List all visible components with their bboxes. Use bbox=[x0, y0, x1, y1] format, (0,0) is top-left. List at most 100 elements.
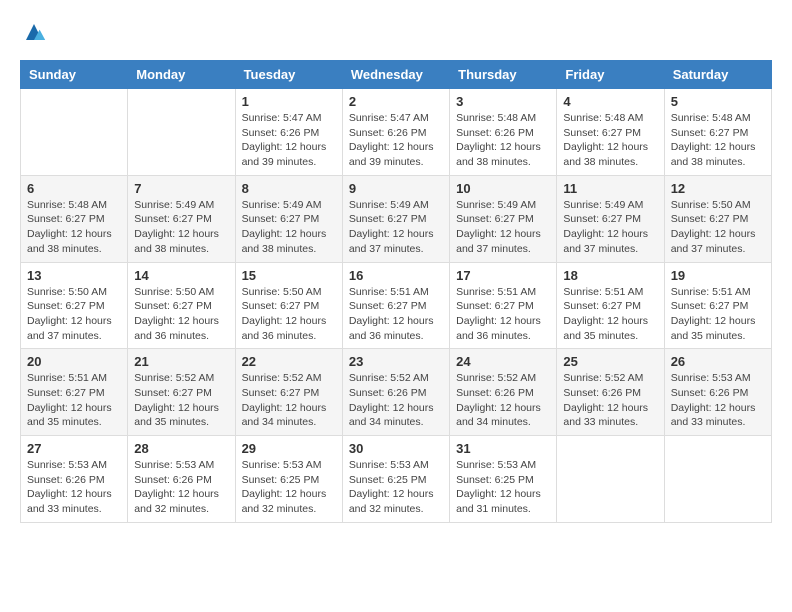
day-number: 1 bbox=[242, 94, 336, 109]
day-number: 24 bbox=[456, 354, 550, 369]
day-number: 17 bbox=[456, 268, 550, 283]
day-info: Sunrise: 5:48 AM Sunset: 6:27 PM Dayligh… bbox=[563, 111, 657, 170]
calendar-table: SundayMondayTuesdayWednesdayThursdayFrid… bbox=[20, 60, 772, 523]
day-number: 18 bbox=[563, 268, 657, 283]
calendar-cell: 14Sunrise: 5:50 AM Sunset: 6:27 PM Dayli… bbox=[128, 262, 235, 349]
logo bbox=[20, 20, 46, 44]
day-info: Sunrise: 5:49 AM Sunset: 6:27 PM Dayligh… bbox=[242, 198, 336, 257]
day-number: 11 bbox=[563, 181, 657, 196]
calendar-cell: 26 Sunrise: 5:53 AM Sunset: 6:26 PM Dayli… bbox=[664, 349, 771, 436]
day-number: 2 bbox=[349, 94, 443, 109]
calendar-cell: 27 Sunrise: 5:53 AM Sunset: 6:26 PM Dayli… bbox=[21, 436, 128, 523]
calendar-cell: 2 Sunrise: 5:47 AM Sunset: 6:26 PM Daylig… bbox=[342, 89, 449, 176]
calendar-day-header: Monday bbox=[128, 61, 235, 89]
day-info: Sunrise: 5:49 AM Sunset: 6:27 PM Dayligh… bbox=[134, 198, 228, 257]
day-number: 10 bbox=[456, 181, 550, 196]
day-number: 12 bbox=[671, 181, 765, 196]
day-number: 5 bbox=[671, 94, 765, 109]
calendar-cell bbox=[21, 89, 128, 176]
page-header bbox=[20, 20, 772, 44]
day-number: 25 bbox=[563, 354, 657, 369]
day-info: Sunrise: 5:52 AM Sunset: 6:27 PM Dayligh… bbox=[134, 371, 228, 430]
calendar-week-row: 1 Sunrise: 5:47 AM Sunset: 6:26 PM Daylig… bbox=[21, 89, 772, 176]
day-info: Sunrise: 5:47 AM Sunset: 6:26 PM Dayligh… bbox=[349, 111, 443, 170]
calendar-cell: 22Sunrise: 5:52 AM Sunset: 6:27 PM Dayli… bbox=[235, 349, 342, 436]
day-info: Sunrise: 5:47 AM Sunset: 6:26 PM Dayligh… bbox=[242, 111, 336, 170]
calendar-cell: 9 Sunrise: 5:49 AM Sunset: 6:27 PM Daylig… bbox=[342, 175, 449, 262]
calendar-cell: 31 Sunrise: 5:53 AM Sunset: 6:25 PM Dayli… bbox=[450, 436, 557, 523]
day-info: Sunrise: 5:53 AM Sunset: 6:25 PM Dayligh… bbox=[242, 458, 336, 517]
calendar-day-header: Thursday bbox=[450, 61, 557, 89]
day-info: Sunrise: 5:51 AM Sunset: 6:27 PM Dayligh… bbox=[349, 285, 443, 344]
day-number: 9 bbox=[349, 181, 443, 196]
day-info: Sunrise: 5:53 AM Sunset: 6:25 PM Dayligh… bbox=[456, 458, 550, 517]
day-number: 31 bbox=[456, 441, 550, 456]
calendar-week-row: 6 Sunrise: 5:48 AM Sunset: 6:27 PM Daylig… bbox=[21, 175, 772, 262]
day-info: Sunrise: 5:53 AM Sunset: 6:25 PM Dayligh… bbox=[349, 458, 443, 517]
calendar-cell: 20 Sunrise: 5:51 AM Sunset: 6:27 PM Dayli… bbox=[21, 349, 128, 436]
day-number: 16 bbox=[349, 268, 443, 283]
calendar-cell: 10Sunrise: 5:49 AM Sunset: 6:27 PM Dayli… bbox=[450, 175, 557, 262]
day-info: Sunrise: 5:50 AM Sunset: 6:27 PM Dayligh… bbox=[242, 285, 336, 344]
calendar-day-header: Saturday bbox=[664, 61, 771, 89]
day-number: 7 bbox=[134, 181, 228, 196]
calendar-cell: 30 Sunrise: 5:53 AM Sunset: 6:25 PM Dayli… bbox=[342, 436, 449, 523]
calendar-cell: 1 Sunrise: 5:47 AM Sunset: 6:26 PM Daylig… bbox=[235, 89, 342, 176]
day-number: 15 bbox=[242, 268, 336, 283]
day-number: 4 bbox=[563, 94, 657, 109]
day-number: 30 bbox=[349, 441, 443, 456]
calendar-day-header: Friday bbox=[557, 61, 664, 89]
day-number: 28 bbox=[134, 441, 228, 456]
calendar-day-header: Tuesday bbox=[235, 61, 342, 89]
calendar-cell: 6 Sunrise: 5:48 AM Sunset: 6:27 PM Daylig… bbox=[21, 175, 128, 262]
calendar-cell: 28 Sunrise: 5:53 AM Sunset: 6:26 PM Dayli… bbox=[128, 436, 235, 523]
day-info: Sunrise: 5:52 AM Sunset: 6:27 PM Dayligh… bbox=[242, 371, 336, 430]
day-info: Sunrise: 5:48 AM Sunset: 6:26 PM Dayligh… bbox=[456, 111, 550, 170]
day-info: Sunrise: 5:49 AM Sunset: 6:27 PM Dayligh… bbox=[563, 198, 657, 257]
calendar-cell: 25Sunrise: 5:52 AM Sunset: 6:26 PM Dayli… bbox=[557, 349, 664, 436]
day-number: 13 bbox=[27, 268, 121, 283]
calendar-cell: 4 Sunrise: 5:48 AM Sunset: 6:27 PM Daylig… bbox=[557, 89, 664, 176]
day-info: Sunrise: 5:51 AM Sunset: 6:27 PM Dayligh… bbox=[563, 285, 657, 344]
day-info: Sunrise: 5:51 AM Sunset: 6:27 PM Dayligh… bbox=[456, 285, 550, 344]
calendar-cell: 16 Sunrise: 5:51 AM Sunset: 6:27 PM Dayli… bbox=[342, 262, 449, 349]
day-number: 23 bbox=[349, 354, 443, 369]
calendar-cell: 8 Sunrise: 5:49 AM Sunset: 6:27 PM Daylig… bbox=[235, 175, 342, 262]
calendar-cell: 15 Sunrise: 5:50 AM Sunset: 6:27 PM Dayli… bbox=[235, 262, 342, 349]
calendar-day-header: Sunday bbox=[21, 61, 128, 89]
day-number: 20 bbox=[27, 354, 121, 369]
day-info: Sunrise: 5:49 AM Sunset: 6:27 PM Dayligh… bbox=[349, 198, 443, 257]
day-info: Sunrise: 5:50 AM Sunset: 6:27 PM Dayligh… bbox=[671, 198, 765, 257]
calendar-header-row: SundayMondayTuesdayWednesdayThursdayFrid… bbox=[21, 61, 772, 89]
day-info: Sunrise: 5:53 AM Sunset: 6:26 PM Dayligh… bbox=[134, 458, 228, 517]
day-info: Sunrise: 5:53 AM Sunset: 6:26 PM Dayligh… bbox=[27, 458, 121, 517]
calendar-cell: 21Sunrise: 5:52 AM Sunset: 6:27 PM Dayli… bbox=[128, 349, 235, 436]
day-info: Sunrise: 5:52 AM Sunset: 6:26 PM Dayligh… bbox=[456, 371, 550, 430]
calendar-cell: 7 Sunrise: 5:49 AM Sunset: 6:27 PM Daylig… bbox=[128, 175, 235, 262]
calendar-cell: 11 Sunrise: 5:49 AM Sunset: 6:27 PM Dayli… bbox=[557, 175, 664, 262]
day-info: Sunrise: 5:50 AM Sunset: 6:27 PM Dayligh… bbox=[134, 285, 228, 344]
day-number: 6 bbox=[27, 181, 121, 196]
calendar-cell: 24 Sunrise: 5:52 AM Sunset: 6:26 PM Dayli… bbox=[450, 349, 557, 436]
calendar-cell: 5Sunrise: 5:48 AM Sunset: 6:27 PM Daylig… bbox=[664, 89, 771, 176]
day-number: 29 bbox=[242, 441, 336, 456]
day-number: 8 bbox=[242, 181, 336, 196]
calendar-week-row: 13 Sunrise: 5:50 AM Sunset: 6:27 PM Dayli… bbox=[21, 262, 772, 349]
day-info: Sunrise: 5:51 AM Sunset: 6:27 PM Dayligh… bbox=[671, 285, 765, 344]
calendar-day-header: Wednesday bbox=[342, 61, 449, 89]
calendar-week-row: 27 Sunrise: 5:53 AM Sunset: 6:26 PM Dayli… bbox=[21, 436, 772, 523]
calendar-cell: 18 Sunrise: 5:51 AM Sunset: 6:27 PM Dayli… bbox=[557, 262, 664, 349]
day-info: Sunrise: 5:52 AM Sunset: 6:26 PM Dayligh… bbox=[349, 371, 443, 430]
calendar-week-row: 20 Sunrise: 5:51 AM Sunset: 6:27 PM Dayli… bbox=[21, 349, 772, 436]
calendar-cell bbox=[664, 436, 771, 523]
day-info: Sunrise: 5:48 AM Sunset: 6:27 PM Dayligh… bbox=[27, 198, 121, 257]
calendar-cell bbox=[128, 89, 235, 176]
day-info: Sunrise: 5:53 AM Sunset: 6:26 PM Dayligh… bbox=[671, 371, 765, 430]
day-number: 26 bbox=[671, 354, 765, 369]
calendar-cell: 19Sunrise: 5:51 AM Sunset: 6:27 PM Dayli… bbox=[664, 262, 771, 349]
day-info: Sunrise: 5:51 AM Sunset: 6:27 PM Dayligh… bbox=[27, 371, 121, 430]
day-number: 27 bbox=[27, 441, 121, 456]
calendar-cell: 17 Sunrise: 5:51 AM Sunset: 6:27 PM Dayli… bbox=[450, 262, 557, 349]
calendar-cell bbox=[557, 436, 664, 523]
day-number: 3 bbox=[456, 94, 550, 109]
